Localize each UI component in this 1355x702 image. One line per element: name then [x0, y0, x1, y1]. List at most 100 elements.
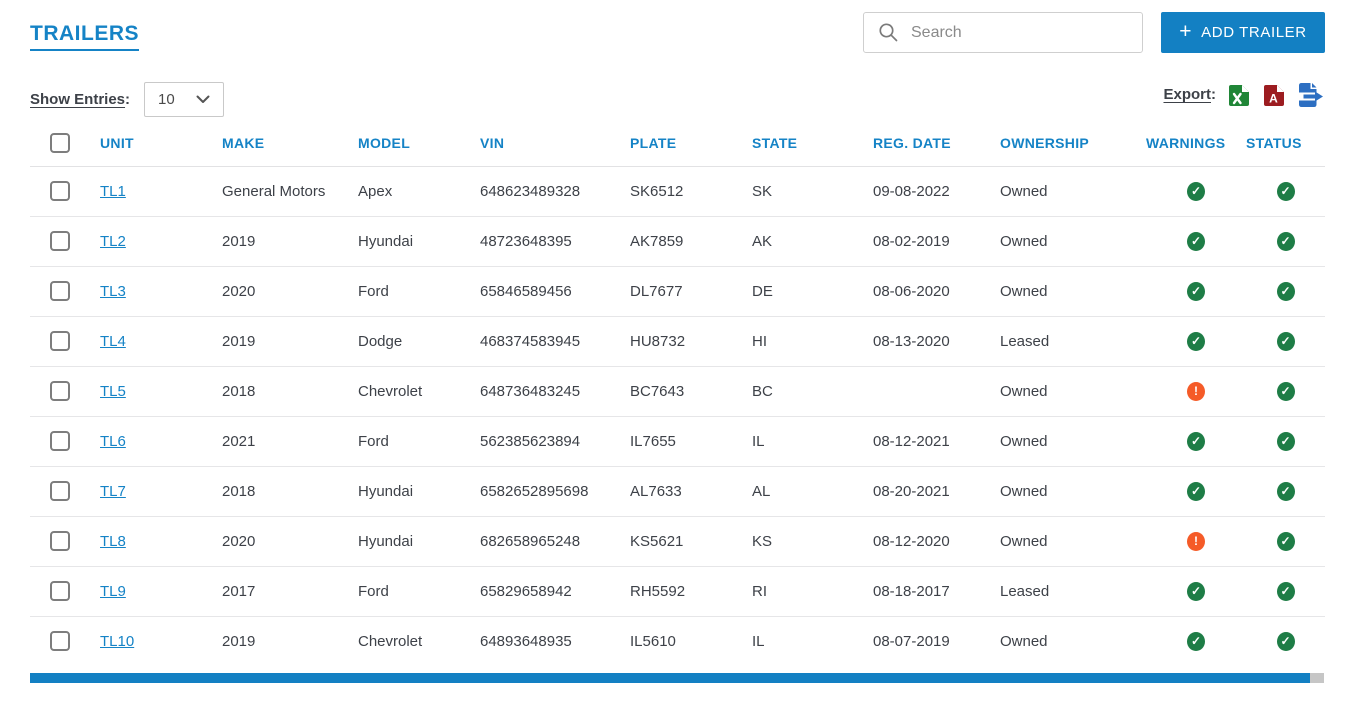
- show-entries-control: Show Entries: 10: [30, 81, 225, 117]
- unit-link[interactable]: TL9: [100, 583, 126, 600]
- svg-text:A: A: [1269, 91, 1278, 105]
- cell-state: SK: [752, 166, 873, 217]
- cell-make: 2021: [222, 416, 358, 467]
- table-row: TL9 2017 Ford 65829658942 RH5592 RI 08-18-2017…: [30, 566, 1325, 617]
- search-box[interactable]: [863, 12, 1143, 53]
- export-pdf-button[interactable]: A: [1262, 83, 1286, 108]
- unit-link[interactable]: TL3: [100, 283, 126, 300]
- cell-ownership: Leased: [1000, 316, 1146, 367]
- unit-link[interactable]: TL7: [100, 483, 126, 500]
- warnings-check-icon: ✓: [1187, 181, 1205, 201]
- share-icon: [1299, 83, 1323, 107]
- export-share-button[interactable]: [1297, 82, 1325, 108]
- cell-plate: IL5610: [630, 632, 676, 650]
- unit-link[interactable]: TL4: [100, 333, 126, 350]
- col-header-make: MAKE: [222, 120, 358, 167]
- cell-plate: BC7643: [630, 366, 752, 417]
- row-checkbox[interactable]: [50, 581, 70, 601]
- cell-ownership: Owned: [1000, 632, 1048, 650]
- cell-state: AL: [752, 466, 873, 517]
- horizontal-scrollbar[interactable]: [30, 673, 1324, 683]
- unit-link[interactable]: TL2: [100, 233, 126, 250]
- cell-reg-date: 08-20-2021: [873, 466, 1000, 517]
- cell-reg-date: 08-07-2019: [873, 632, 950, 650]
- unit-link[interactable]: TL1: [100, 183, 126, 200]
- cell-plate: KS5621: [630, 516, 752, 567]
- row-checkbox[interactable]: [50, 281, 70, 301]
- status-check-icon: ✓: [1276, 281, 1295, 301]
- cell-ownership: Owned: [1000, 216, 1146, 267]
- horizontal-scrollbar-thumb[interactable]: [30, 673, 1310, 683]
- row-checkbox[interactable]: [50, 231, 70, 251]
- chevron-down-icon: [196, 95, 210, 103]
- status-check-icon: ✓: [1276, 631, 1295, 651]
- cell-make: 2020: [222, 516, 358, 567]
- cell-reg-date: 08-06-2020: [873, 266, 1000, 317]
- show-entries-colon: :: [125, 90, 131, 108]
- table-row: TL6 2021 Ford 562385623894 IL7655 IL 08-12-202…: [30, 416, 1325, 467]
- cell-state: BC: [752, 366, 873, 417]
- status-check-icon: ✓: [1276, 231, 1295, 251]
- cell-reg-date: 08-12-2020: [873, 516, 1000, 567]
- table-row: TL3 2020 Ford 65846589456 DL7677 DE 08-06-2020…: [30, 266, 1325, 317]
- row-checkbox[interactable]: [50, 481, 70, 501]
- cell-vin: 648736483245: [480, 366, 630, 417]
- cell-state: HI: [752, 316, 873, 367]
- cell-plate: IL7655: [630, 416, 752, 467]
- search-input[interactable]: [911, 23, 1128, 42]
- show-entries-label: Show Entries: [30, 90, 126, 108]
- select-all-checkbox[interactable]: [50, 132, 70, 153]
- cell-model: Chevrolet: [358, 366, 480, 417]
- cell-model: Chevrolet: [358, 632, 423, 650]
- add-trailer-button-label: ADD TRAILER: [1201, 24, 1307, 41]
- add-trailer-button[interactable]: + ADD TRAILER: [1161, 12, 1325, 53]
- row-checkbox[interactable]: [50, 631, 70, 652]
- row-checkbox[interactable]: [50, 431, 70, 451]
- cell-make: General Motors: [222, 166, 358, 217]
- table-row: TL8 2020 Hyundai 682658965248 KS5621 KS 08-12-…: [30, 516, 1325, 567]
- cell-model: Dodge: [358, 316, 480, 367]
- cell-state: IL: [752, 632, 765, 650]
- cell-ownership: Owned: [1000, 266, 1146, 317]
- show-entries-select[interactable]: 10: [144, 81, 225, 117]
- row-checkbox[interactable]: [50, 381, 70, 401]
- cell-make: 2019: [222, 316, 358, 367]
- cell-plate: AK7859: [630, 216, 752, 267]
- table-row: TL4 2019 Dodge 468374583945 HU8732 HI 08-13-20…: [30, 316, 1325, 367]
- unit-link[interactable]: TL6: [100, 433, 126, 450]
- cell-reg-date: 09-08-2022: [873, 166, 1000, 217]
- unit-link[interactable]: TL5: [100, 383, 126, 400]
- unit-link[interactable]: TL8: [100, 533, 126, 550]
- cell-reg-date: 08-18-2017: [873, 566, 1000, 617]
- cell-model: Hyundai: [358, 466, 480, 517]
- cell-make: 2020: [222, 266, 358, 317]
- cell-ownership: Owned: [1000, 516, 1146, 567]
- table-row: TL7 2018 Hyundai 6582652895698 AL7633 AL 08-20…: [30, 466, 1325, 517]
- row-checkbox[interactable]: [50, 181, 70, 201]
- unit-link[interactable]: TL10: [100, 633, 134, 650]
- export-excel-button[interactable]: [1227, 83, 1251, 108]
- cell-make: 2019: [222, 216, 358, 267]
- cell-reg-date: 08-12-2021: [873, 416, 1000, 467]
- cell-make: 2018: [222, 366, 358, 417]
- row-checkbox[interactable]: [50, 531, 70, 551]
- cell-model: Ford: [358, 566, 480, 617]
- cell-plate: SK6512: [630, 166, 752, 217]
- table-row: TL5 2018 Chevrolet 648736483245 BC7643 BC Owne…: [30, 366, 1325, 417]
- status-check-icon: ✓: [1276, 431, 1295, 451]
- cell-ownership: Owned: [1000, 466, 1146, 517]
- row-checkbox[interactable]: [50, 331, 70, 351]
- trailers-table: UNIT MAKE MODEL VIN PLATE STATE REG. DAT…: [30, 120, 1325, 666]
- excel-icon: [1229, 84, 1249, 106]
- col-header-status: STATUS: [1246, 120, 1325, 167]
- cell-plate: RH5592: [630, 566, 752, 617]
- cell-vin: 6582652895698: [480, 466, 630, 517]
- plus-icon: +: [1179, 19, 1193, 43]
- warnings-check-icon: ✓: [1187, 331, 1205, 351]
- table-header-row: UNIT MAKE MODEL VIN PLATE STATE REG. DAT…: [30, 120, 1325, 167]
- col-header-plate: PLATE: [630, 120, 752, 167]
- col-header-vin: VIN: [480, 120, 630, 167]
- page-title: TRAILERS: [30, 22, 139, 51]
- cell-state: KS: [752, 516, 873, 567]
- cell-model: Ford: [358, 416, 480, 467]
